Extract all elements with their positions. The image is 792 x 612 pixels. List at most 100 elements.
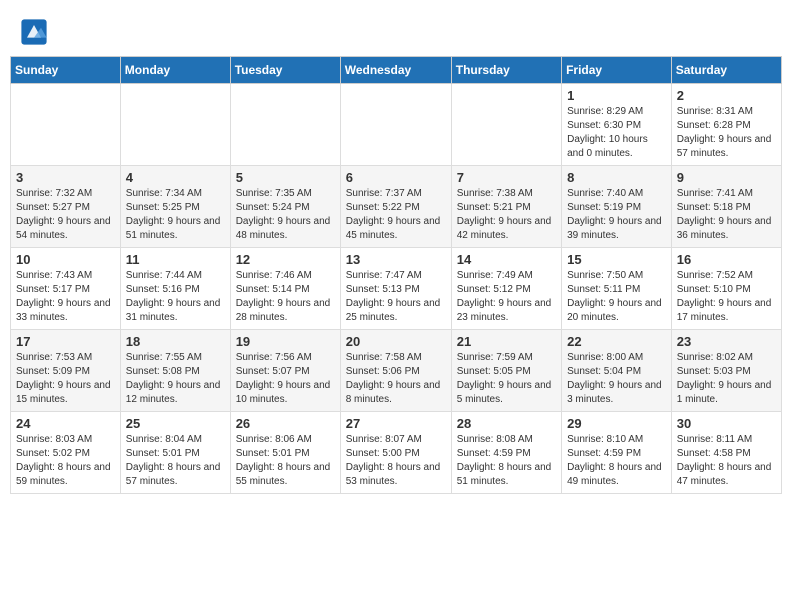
- calendar-table: SundayMondayTuesdayWednesdayThursdayFrid…: [10, 56, 782, 494]
- day-info: Sunrise: 8:06 AM Sunset: 5:01 PM Dayligh…: [236, 433, 335, 489]
- day-number: 13: [346, 252, 446, 267]
- day-info: Sunrise: 7:58 AM Sunset: 5:06 PM Dayligh…: [346, 351, 446, 407]
- day-number: 16: [677, 252, 776, 267]
- calendar-cell: 4 Sunrise: 7:34 AM Sunset: 5:25 PM Daylig…: [120, 166, 230, 248]
- day-info: Sunrise: 7:38 AM Sunset: 5:21 PM Dayligh…: [457, 187, 556, 243]
- day-info: Sunrise: 7:52 AM Sunset: 5:10 PM Dayligh…: [677, 269, 776, 325]
- day-number: 14: [457, 252, 556, 267]
- day-info: Sunrise: 8:11 AM Sunset: 4:58 PM Dayligh…: [677, 433, 776, 489]
- day-number: 27: [346, 416, 446, 431]
- calendar-cell: 1 Sunrise: 8:29 AM Sunset: 6:30 PM Daylig…: [562, 84, 672, 166]
- calendar-cell: 25 Sunrise: 8:04 AM Sunset: 5:01 PM Dayli…: [120, 412, 230, 494]
- day-number: 12: [236, 252, 335, 267]
- calendar-header-row: SundayMondayTuesdayWednesdayThursdayFrid…: [11, 57, 782, 84]
- day-number: 10: [16, 252, 115, 267]
- calendar-cell: 21 Sunrise: 7:59 AM Sunset: 5:05 PM Dayli…: [451, 330, 561, 412]
- day-info: Sunrise: 7:56 AM Sunset: 5:07 PM Dayligh…: [236, 351, 335, 407]
- day-info: Sunrise: 8:29 AM Sunset: 6:30 PM Dayligh…: [567, 105, 666, 161]
- calendar-cell: 20 Sunrise: 7:58 AM Sunset: 5:06 PM Dayli…: [340, 330, 451, 412]
- calendar-cell: 27Sunrise: 8:07 AM Sunset: 5:00 PM Dayli…: [340, 412, 451, 494]
- calendar-cell: 16 Sunrise: 7:52 AM Sunset: 5:10 PM Dayli…: [671, 248, 781, 330]
- day-number: 9: [677, 170, 776, 185]
- day-info: Sunrise: 8:31 AM Sunset: 6:28 PM Dayligh…: [677, 105, 776, 161]
- day-info: Sunrise: 7:32 AM Sunset: 5:27 PM Dayligh…: [16, 187, 115, 243]
- day-number: 2: [677, 88, 776, 103]
- day-number: 1: [567, 88, 666, 103]
- day-header-tuesday: Tuesday: [230, 57, 340, 84]
- day-header-sunday: Sunday: [11, 57, 121, 84]
- day-number: 3: [16, 170, 115, 185]
- day-info: Sunrise: 7:46 AM Sunset: 5:14 PM Dayligh…: [236, 269, 335, 325]
- day-number: 11: [126, 252, 225, 267]
- day-info: Sunrise: 7:47 AM Sunset: 5:13 PM Dayligh…: [346, 269, 446, 325]
- calendar-cell: 2 Sunrise: 8:31 AM Sunset: 6:28 PM Daylig…: [671, 84, 781, 166]
- calendar-cell: 7 Sunrise: 7:38 AM Sunset: 5:21 PM Daylig…: [451, 166, 561, 248]
- day-number: 6: [346, 170, 446, 185]
- day-info: Sunrise: 7:55 AM Sunset: 5:08 PM Dayligh…: [126, 351, 225, 407]
- day-header-wednesday: Wednesday: [340, 57, 451, 84]
- day-number: 30: [677, 416, 776, 431]
- logo-icon: [20, 18, 48, 46]
- day-number: 15: [567, 252, 666, 267]
- calendar-cell: 3 Sunrise: 7:32 AM Sunset: 5:27 PM Daylig…: [11, 166, 121, 248]
- calendar-cell: 23 Sunrise: 8:02 AM Sunset: 5:03 PM Dayli…: [671, 330, 781, 412]
- calendar-cell: 15 Sunrise: 7:50 AM Sunset: 5:11 PM Dayli…: [562, 248, 672, 330]
- day-header-saturday: Saturday: [671, 57, 781, 84]
- calendar-cell: [340, 84, 451, 166]
- logo: [20, 18, 52, 46]
- day-header-friday: Friday: [562, 57, 672, 84]
- day-number: 26: [236, 416, 335, 431]
- day-number: 25: [126, 416, 225, 431]
- calendar-cell: 5 Sunrise: 7:35 AM Sunset: 5:24 PM Daylig…: [230, 166, 340, 248]
- day-info: Sunrise: 7:43 AM Sunset: 5:17 PM Dayligh…: [16, 269, 115, 325]
- day-info: Sunrise: 7:53 AM Sunset: 5:09 PM Dayligh…: [16, 351, 115, 407]
- calendar-cell: 19 Sunrise: 7:56 AM Sunset: 5:07 PM Dayli…: [230, 330, 340, 412]
- day-info: Sunrise: 7:50 AM Sunset: 5:11 PM Dayligh…: [567, 269, 666, 325]
- day-number: 18: [126, 334, 225, 349]
- day-number: 28: [457, 416, 556, 431]
- calendar-cell: 22 Sunrise: 8:00 AM Sunset: 5:04 PM Dayli…: [562, 330, 672, 412]
- day-number: 5: [236, 170, 335, 185]
- day-number: 17: [16, 334, 115, 349]
- day-info: Sunrise: 7:44 AM Sunset: 5:16 PM Dayligh…: [126, 269, 225, 325]
- day-number: 8: [567, 170, 666, 185]
- day-info: Sunrise: 8:02 AM Sunset: 5:03 PM Dayligh…: [677, 351, 776, 407]
- calendar-week-4: 17 Sunrise: 7:53 AM Sunset: 5:09 PM Dayli…: [11, 330, 782, 412]
- calendar-cell: 24 Sunrise: 8:03 AM Sunset: 5:02 PM Dayli…: [11, 412, 121, 494]
- day-info: Sunrise: 7:34 AM Sunset: 5:25 PM Dayligh…: [126, 187, 225, 243]
- day-info: Sunrise: 7:35 AM Sunset: 5:24 PM Dayligh…: [236, 187, 335, 243]
- day-info: Sunrise: 8:04 AM Sunset: 5:01 PM Dayligh…: [126, 433, 225, 489]
- calendar-week-3: 10 Sunrise: 7:43 AM Sunset: 5:17 PM Dayli…: [11, 248, 782, 330]
- calendar-cell: [11, 84, 121, 166]
- day-number: 20: [346, 334, 446, 349]
- day-info: Sunrise: 8:00 AM Sunset: 5:04 PM Dayligh…: [567, 351, 666, 407]
- day-info: Sunrise: 7:41 AM Sunset: 5:18 PM Dayligh…: [677, 187, 776, 243]
- day-number: 7: [457, 170, 556, 185]
- calendar-cell: 14Sunrise: 7:49 AM Sunset: 5:12 PM Dayli…: [451, 248, 561, 330]
- calendar-week-1: 1 Sunrise: 8:29 AM Sunset: 6:30 PM Daylig…: [11, 84, 782, 166]
- calendar-cell: [230, 84, 340, 166]
- calendar-cell: 30 Sunrise: 8:11 AM Sunset: 4:58 PM Dayli…: [671, 412, 781, 494]
- calendar-cell: 9 Sunrise: 7:41 AM Sunset: 5:18 PM Daylig…: [671, 166, 781, 248]
- calendar-cell: 17 Sunrise: 7:53 AM Sunset: 5:09 PM Dayli…: [11, 330, 121, 412]
- day-number: 4: [126, 170, 225, 185]
- day-number: 23: [677, 334, 776, 349]
- day-info: Sunrise: 7:59 AM Sunset: 5:05 PM Dayligh…: [457, 351, 556, 407]
- day-number: 21: [457, 334, 556, 349]
- day-number: 24: [16, 416, 115, 431]
- day-header-monday: Monday: [120, 57, 230, 84]
- day-info: Sunrise: 7:37 AM Sunset: 5:22 PM Dayligh…: [346, 187, 446, 243]
- day-number: 29: [567, 416, 666, 431]
- day-info: Sunrise: 8:10 AM Sunset: 4:59 PM Dayligh…: [567, 433, 666, 489]
- day-number: 19: [236, 334, 335, 349]
- calendar-cell: 13 Sunrise: 7:47 AM Sunset: 5:13 PM Dayli…: [340, 248, 451, 330]
- calendar-week-2: 3 Sunrise: 7:32 AM Sunset: 5:27 PM Daylig…: [11, 166, 782, 248]
- day-info: Sunrise: 8:03 AM Sunset: 5:02 PM Dayligh…: [16, 433, 115, 489]
- calendar-cell: 29 Sunrise: 8:10 AM Sunset: 4:59 PM Dayli…: [562, 412, 672, 494]
- day-info: Sunrise: 8:08 AM Sunset: 4:59 PM Dayligh…: [457, 433, 556, 489]
- calendar-cell: 18 Sunrise: 7:55 AM Sunset: 5:08 PM Dayli…: [120, 330, 230, 412]
- day-number: 22: [567, 334, 666, 349]
- calendar-cell: 6 Sunrise: 7:37 AM Sunset: 5:22 PM Daylig…: [340, 166, 451, 248]
- calendar-cell: 8 Sunrise: 7:40 AM Sunset: 5:19 PM Daylig…: [562, 166, 672, 248]
- day-info: Sunrise: 7:40 AM Sunset: 5:19 PM Dayligh…: [567, 187, 666, 243]
